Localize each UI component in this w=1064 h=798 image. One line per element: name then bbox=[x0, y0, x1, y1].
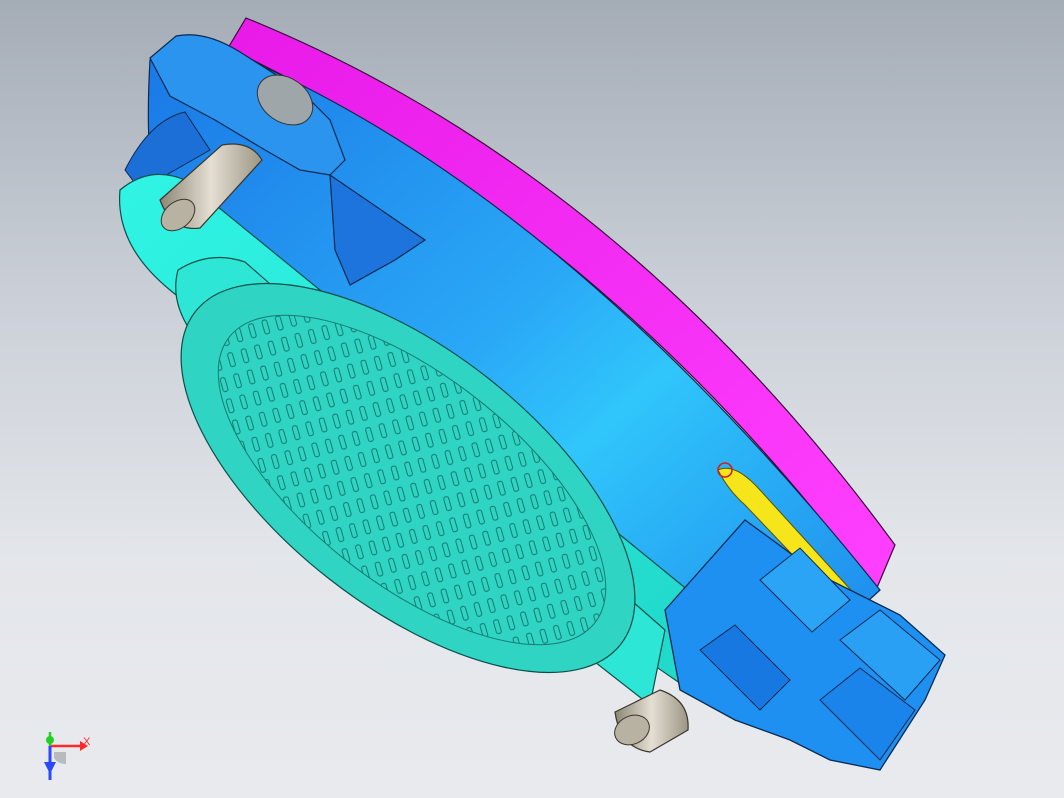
cad-viewport[interactable]: X bbox=[0, 0, 1064, 798]
speaker-model[interactable] bbox=[0, 0, 1064, 798]
bottom-pin[interactable] bbox=[610, 689, 689, 753]
axis-triad-icon bbox=[44, 732, 88, 780]
x-axis-label: X bbox=[83, 736, 91, 748]
